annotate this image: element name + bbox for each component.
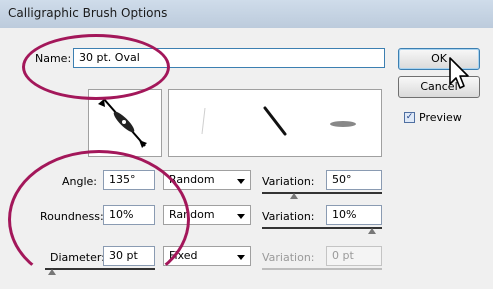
brush-shape-preview[interactable] [88, 89, 162, 157]
diameter-label: Diameter: [50, 251, 105, 264]
diameter-variation-label: Variation: [262, 251, 315, 264]
angle-label: Angle: [62, 175, 98, 188]
diameter-mode-value: Fixed [169, 249, 198, 262]
angle-mode-select[interactable]: Random [163, 170, 251, 190]
window-title: Calligraphic Brush Options [8, 6, 168, 20]
roundness-mode-select[interactable]: Random [163, 205, 251, 225]
roundness-mode-value: Random [169, 208, 215, 221]
chevron-down-icon [237, 214, 245, 219]
roundness-variation-input[interactable]: 10% [326, 205, 382, 225]
diameter-variation-slider [262, 268, 382, 270]
angle-input[interactable]: 135° [103, 170, 155, 190]
mouse-cursor-icon [449, 57, 469, 89]
angle-variation-slider[interactable] [262, 192, 382, 194]
brush-variants-icon [201, 106, 356, 136]
roundness-variation-label: Variation: [262, 210, 315, 223]
angle-variation-input[interactable]: 50° [326, 170, 382, 190]
preview-checkbox[interactable]: ✓ [404, 112, 415, 123]
preview-label: Preview [419, 111, 462, 124]
diameter-input[interactable]: 30 pt [103, 246, 155, 266]
brush-stroke-preview [168, 89, 382, 157]
roundness-input[interactable]: 10% [103, 205, 155, 225]
name-input[interactable]: 30 pt. Oval [73, 48, 385, 68]
chevron-down-icon [237, 179, 245, 184]
brush-angle-icon [98, 97, 147, 148]
angle-variation-thumb[interactable] [290, 193, 298, 199]
chevron-down-icon [237, 255, 245, 260]
roundness-label: Roundness: [40, 210, 104, 223]
roundness-variation-thumb[interactable] [368, 228, 376, 234]
angle-variation-label: Variation: [262, 175, 315, 188]
roundness-variation-slider[interactable] [262, 227, 382, 229]
diameter-mode-select[interactable]: Fixed [163, 246, 251, 266]
diameter-slider[interactable] [45, 268, 155, 270]
name-label: Name: [35, 52, 72, 65]
angle-mode-value: Random [169, 173, 215, 186]
diameter-variation-input: 0 pt [326, 246, 382, 266]
diameter-thumb[interactable] [48, 269, 56, 275]
